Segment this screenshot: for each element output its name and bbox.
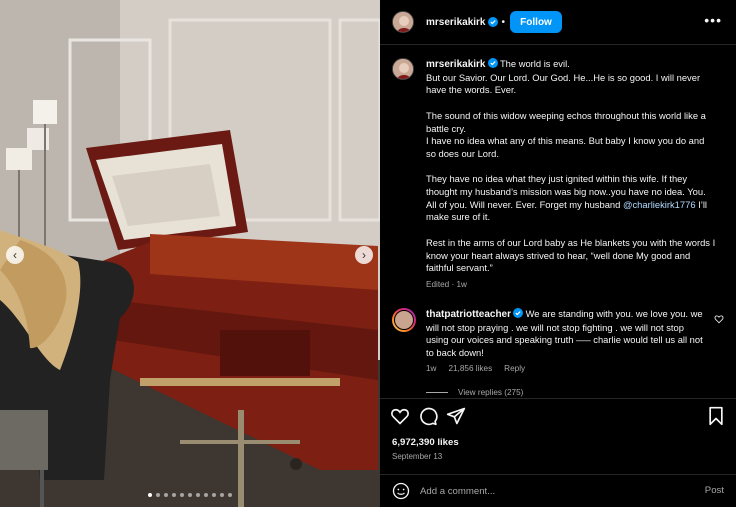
- carousel-dot: [204, 493, 208, 497]
- caption-text: mrserikakirk The world is evil. But our …: [426, 58, 716, 275]
- carousel-indicator: [0, 493, 380, 497]
- view-replies-label: View replies (275): [458, 388, 524, 397]
- view-replies-button[interactable]: View replies (275): [426, 388, 523, 397]
- reply-button[interactable]: Reply: [504, 364, 525, 373]
- emoji-icon[interactable]: [392, 482, 410, 500]
- comment-input[interactable]: [420, 485, 690, 497]
- caption-username[interactable]: mrserikakirk: [426, 59, 486, 70]
- action-bar: [390, 406, 726, 428]
- carousel-dot: [212, 493, 216, 497]
- carousel-prev-button[interactable]: ‹: [6, 246, 24, 264]
- more-horizontal-icon[interactable]: •••: [704, 13, 722, 27]
- verified-badge-icon: [486, 13, 498, 31]
- comment-body: thatpatriotteacher We are standing with …: [426, 308, 708, 360]
- post-media[interactable]: ‹ ›: [0, 0, 380, 507]
- caption-line: I have no idea what any of this means. B…: [426, 135, 705, 159]
- caption-line: Rest in the arms of our Lord baby as He …: [426, 236, 716, 274]
- caption-meta: Edited · 1w: [426, 280, 467, 289]
- post-details-panel: mrserikakirk • Follow ••• mrserikakirk T…: [380, 0, 736, 507]
- heart-icon[interactable]: [390, 406, 410, 426]
- share-icon[interactable]: [446, 406, 466, 426]
- replies-divider: [426, 392, 448, 393]
- author-username[interactable]: mrserikakirk: [426, 17, 486, 28]
- post-photo: [0, 0, 380, 507]
- carousel-dot: [188, 493, 192, 497]
- caption-line: The world is evil.: [499, 58, 570, 69]
- bookmark-icon[interactable]: [706, 406, 726, 426]
- carousel-dot: [180, 493, 184, 497]
- comment-icon[interactable]: [418, 406, 438, 426]
- likes-count[interactable]: 6,972,390 likes: [392, 437, 459, 448]
- caption-author-avatar[interactable]: [392, 58, 414, 80]
- carousel-dot: [148, 493, 152, 497]
- follow-button[interactable]: Follow: [510, 11, 563, 33]
- carousel-dot: [228, 493, 232, 497]
- comment-likes[interactable]: 21,856 likes: [448, 364, 492, 373]
- heart-icon[interactable]: [714, 314, 724, 324]
- post-comment-button[interactable]: Post: [705, 485, 724, 496]
- comment-meta: 1w 21,856 likes Reply: [426, 364, 525, 373]
- caption-line: The sound of this widow weeping echos th…: [426, 109, 706, 134]
- carousel-dot: [220, 493, 224, 497]
- author-avatar[interactable]: [392, 11, 414, 33]
- carousel-dot: [172, 493, 176, 497]
- carousel-dot: [164, 493, 168, 497]
- carousel-dot: [156, 493, 160, 497]
- verified-badge-icon: [511, 308, 524, 319]
- commenter-avatar[interactable]: [392, 308, 416, 332]
- carousel-dot: [196, 493, 200, 497]
- post-date: September 13: [392, 452, 443, 461]
- commenter-username[interactable]: thatpatriotteacher: [426, 309, 511, 320]
- post-header: mrserikakirk • Follow •••: [380, 0, 736, 45]
- chevron-left-icon: ‹: [13, 248, 17, 262]
- mention-link[interactable]: @charliekirk1776: [623, 199, 696, 210]
- divider: [380, 398, 736, 399]
- add-comment-bar: Post: [380, 475, 736, 507]
- carousel-next-button[interactable]: ›: [355, 246, 373, 264]
- chevron-right-icon: ›: [362, 248, 366, 262]
- comment-age: 1w: [426, 364, 437, 373]
- verified-badge-icon: [486, 58, 498, 69]
- header-separator: •: [501, 16, 506, 28]
- caption-line: But our Savior. Our Lord. Our God. He...…: [426, 71, 701, 96]
